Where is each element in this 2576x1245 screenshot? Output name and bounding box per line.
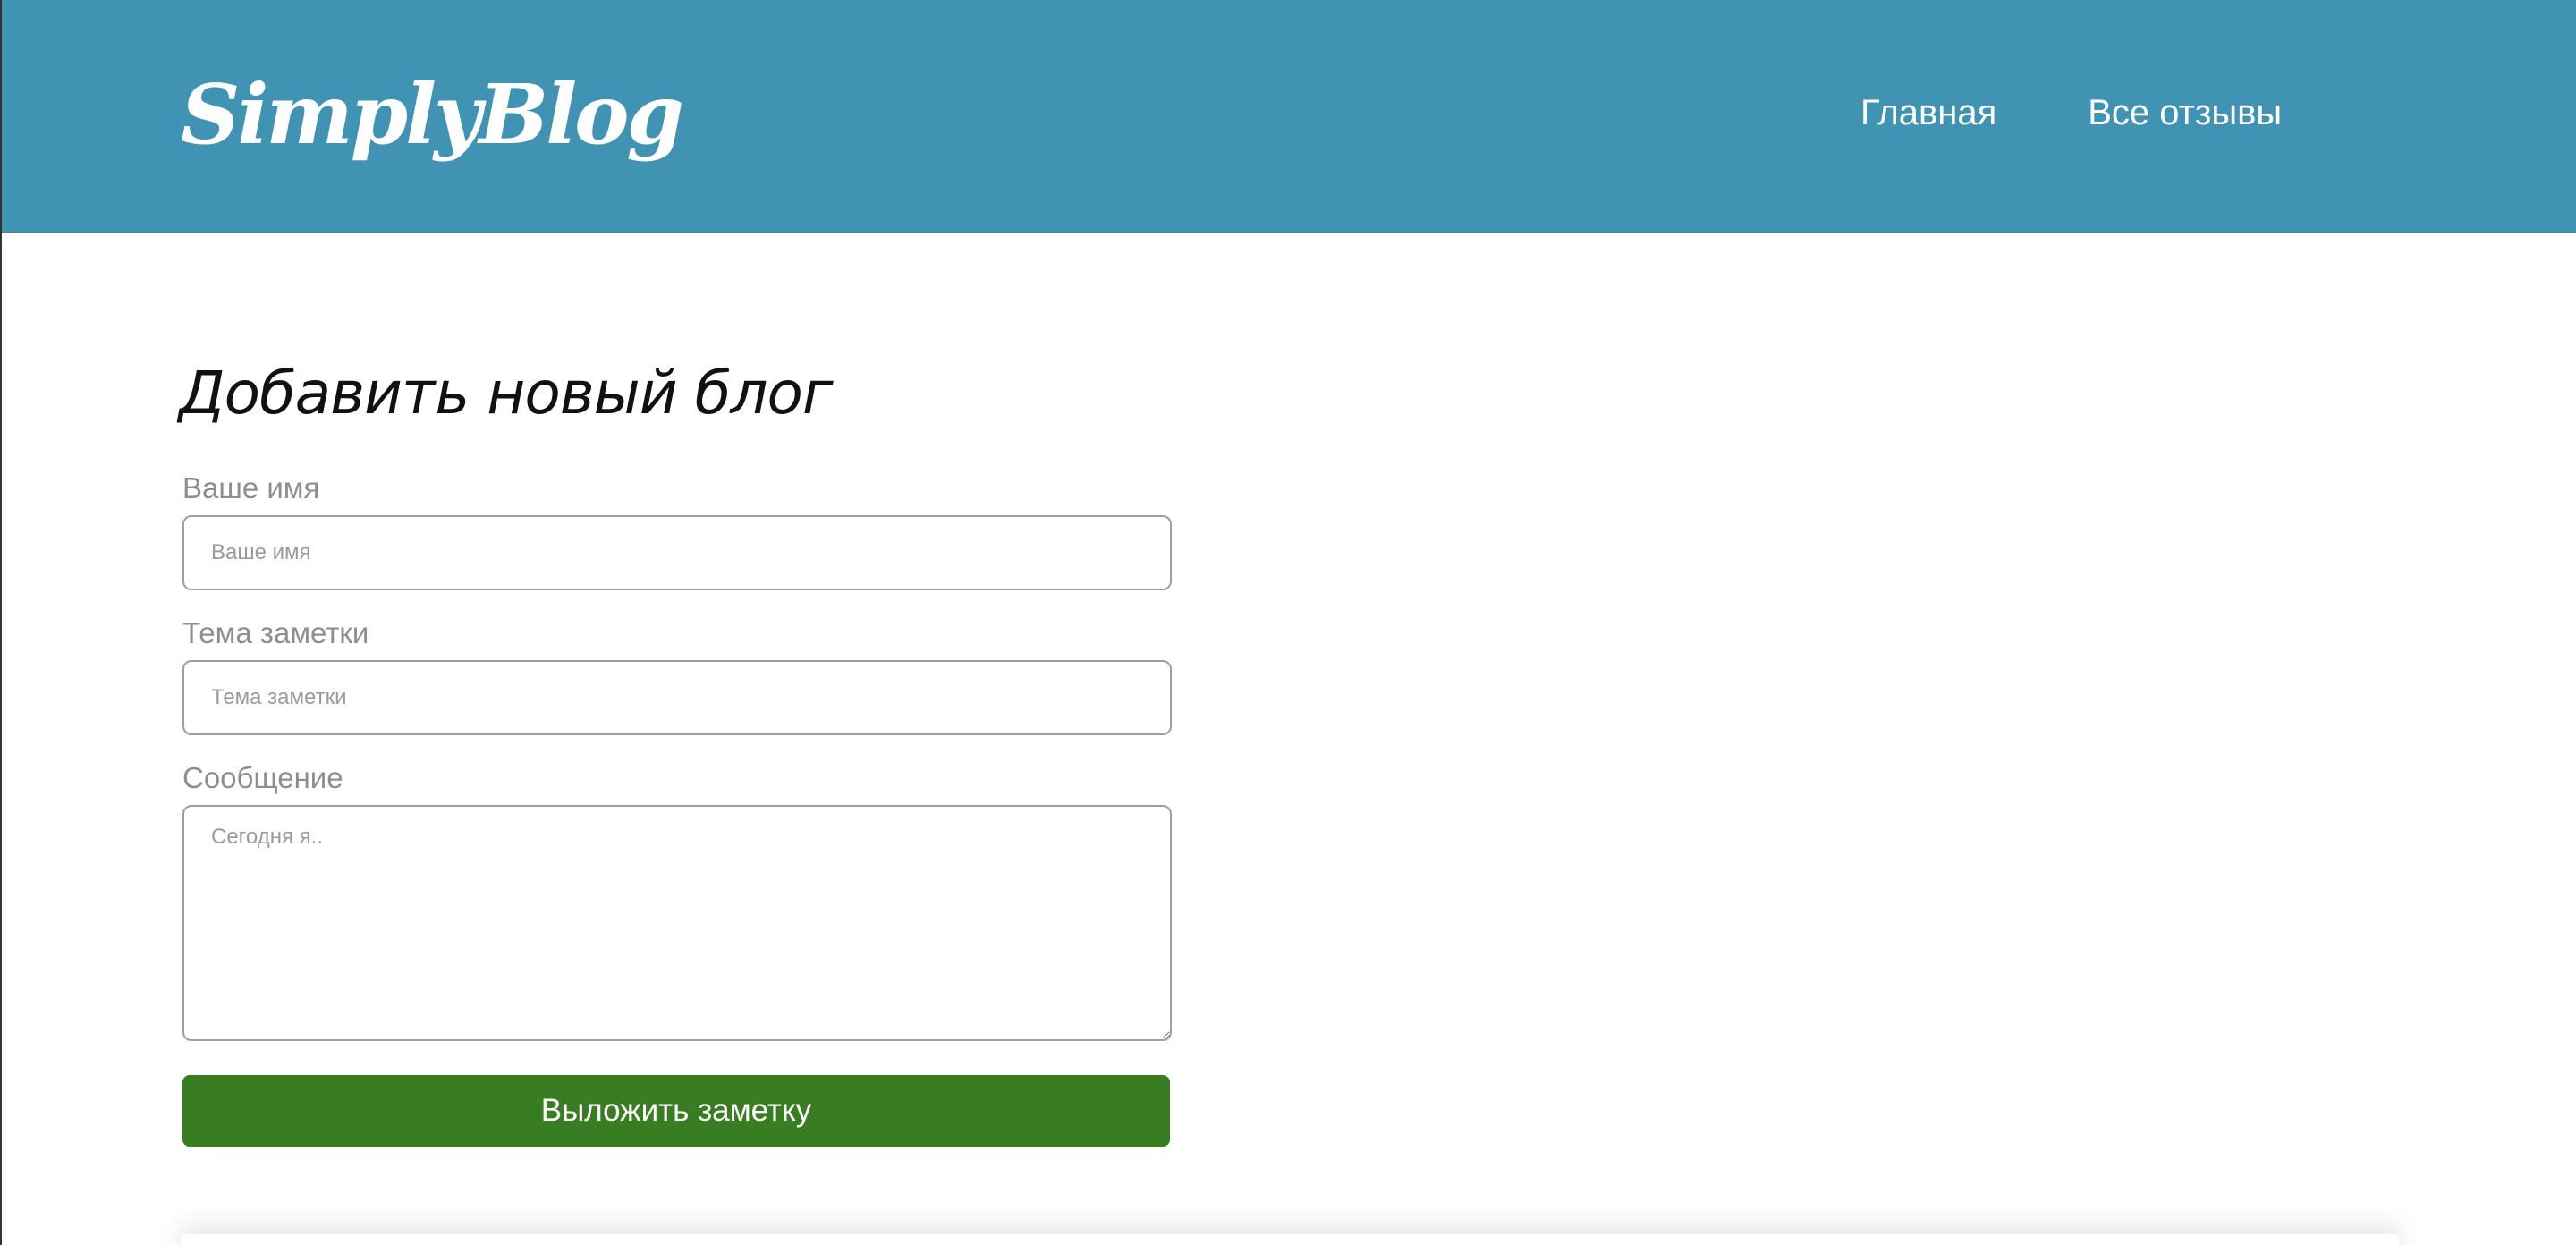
submit-post-button[interactable]: Выложить заметку bbox=[182, 1075, 1170, 1147]
site-logo[interactable]: SimplyBlog bbox=[181, 52, 684, 177]
form-title: Добавить новый блог bbox=[179, 359, 834, 428]
site-header: SimplyBlog Главная Все отзывы bbox=[2, 0, 2576, 233]
topic-label: Тема заметки bbox=[182, 616, 369, 649]
content-card-edge bbox=[181, 1234, 2399, 1245]
message-label: Сообщение bbox=[182, 761, 343, 794]
page: SimplyBlog Главная Все отзывы Добавить н… bbox=[0, 0, 2576, 1245]
nav-link-home[interactable]: Главная bbox=[1860, 86, 1996, 140]
name-label: Ваше имя bbox=[182, 471, 320, 504]
main-nav: Главная Все отзывы bbox=[1860, 86, 2282, 140]
name-input[interactable] bbox=[182, 515, 1172, 590]
topic-input[interactable] bbox=[182, 660, 1172, 735]
nav-link-all-reviews[interactable]: Все отзывы bbox=[2088, 86, 2282, 140]
message-textarea[interactable] bbox=[182, 805, 1172, 1041]
